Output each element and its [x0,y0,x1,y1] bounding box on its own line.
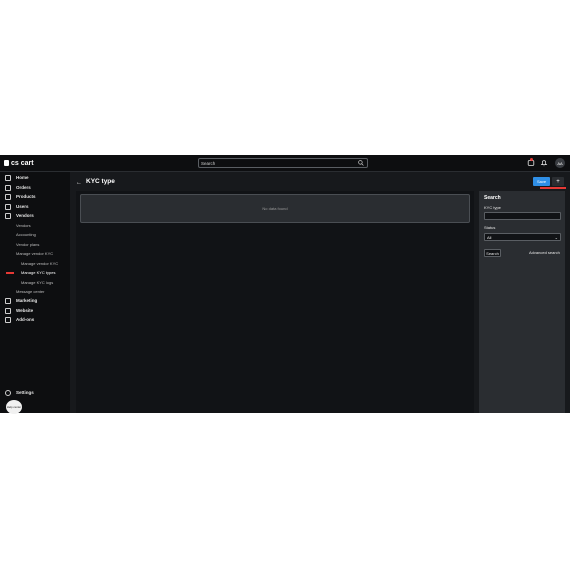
sidebar-item-website[interactable]: Website [0,306,33,315]
logo[interactable]: cs cart [4,158,34,168]
global-search[interactable] [198,158,368,168]
megaphone-icon [5,297,11,304]
sidebar-item-label: Add-ons [16,317,35,322]
sidebar-item-label: Vendors [16,213,34,218]
sidebar-item-label: Home [16,175,29,180]
sidebar-item-label: Marketing [16,298,38,303]
monitor-icon [5,307,11,314]
home-icon [5,174,11,181]
sidebar-item-label: Users [16,204,29,209]
sidebar-item-label: Settings [16,390,34,395]
sidebar-sub-vendor-plans[interactable]: Vendor plans [16,240,39,249]
sidebar-item-addons[interactable]: Add-ons [0,315,34,324]
search-button[interactable]: Search [484,249,501,257]
gear-icon [5,389,11,396]
empty-state: No data found [80,194,470,223]
vendors-icon [5,212,11,219]
tag-icon [5,193,11,200]
add-button[interactable]: + [552,177,564,186]
sidebar-item-users[interactable]: Users [0,202,29,211]
sidebar-sub-kyc-logs[interactable]: Manage KYC logs [21,278,53,287]
search-panel-title: Search [484,195,501,201]
bell-icon[interactable] [540,159,548,167]
page-title: KYC type [86,178,115,185]
search-icon[interactable] [358,160,364,166]
sidebar-sub-kyc-types[interactable]: Manage KYC types [21,268,55,277]
sidebar-item-home[interactable]: Home [0,173,29,182]
help-center-button[interactable]: Help center [6,400,22,414]
sidebar-item-label: Orders [16,185,31,190]
user-icon [5,203,11,210]
main-content: No data found [76,191,474,413]
puzzle-icon [5,316,11,323]
app-window: cs cart AA Home Orders Pr [0,155,570,414]
logo-text: cs cart [11,159,34,167]
cart-icon [5,184,11,191]
top-bar: cs cart AA [0,155,570,172]
advanced-search-link[interactable]: Advanced search [529,250,560,255]
sidebar-sub-message-center[interactable]: Message center [16,287,44,296]
save-button[interactable]: Save [533,177,550,186]
kyc-type-label: KYC type [484,205,501,210]
notification-badge [530,158,533,161]
search-panel: Search KYC type Status All ⌄ Search Adva… [479,191,565,413]
sidebar: Home Orders Products Users Vendors Vendo… [0,172,70,414]
search-input[interactable] [201,159,351,167]
sidebar-sub-manage-vendor-kyc[interactable]: Manage vendor KYC [16,249,53,258]
add-button-highlight [540,187,566,189]
cart-logo-icon [4,160,9,166]
sidebar-item-orders[interactable]: Orders [0,183,31,192]
sidebar-item-marketing[interactable]: Marketing [0,296,37,305]
chevron-down-icon: ⌄ [554,235,558,240]
sidebar-sub-kyc-manage[interactable]: Manage vendor KYC [21,259,58,268]
status-label: Status [484,225,496,230]
kyc-type-field[interactable] [484,212,561,220]
sidebar-sub-accounting[interactable]: Accounting [16,230,36,239]
avatar[interactable]: AA [555,158,565,168]
active-indicator [6,272,14,274]
sidebar-item-label: Products [16,194,36,199]
sidebar-sub-vendors[interactable]: Vendors [16,221,31,230]
status-select-value: All [487,234,492,240]
back-arrow-icon[interactable]: ← [76,180,82,186]
sidebar-item-settings[interactable]: Settings [0,388,34,397]
sidebar-item-label: Website [16,308,34,313]
sidebar-item-vendors[interactable]: Vendors [0,211,34,220]
sidebar-item-products[interactable]: Products [0,192,36,201]
status-select[interactable]: All ⌄ [484,233,561,241]
